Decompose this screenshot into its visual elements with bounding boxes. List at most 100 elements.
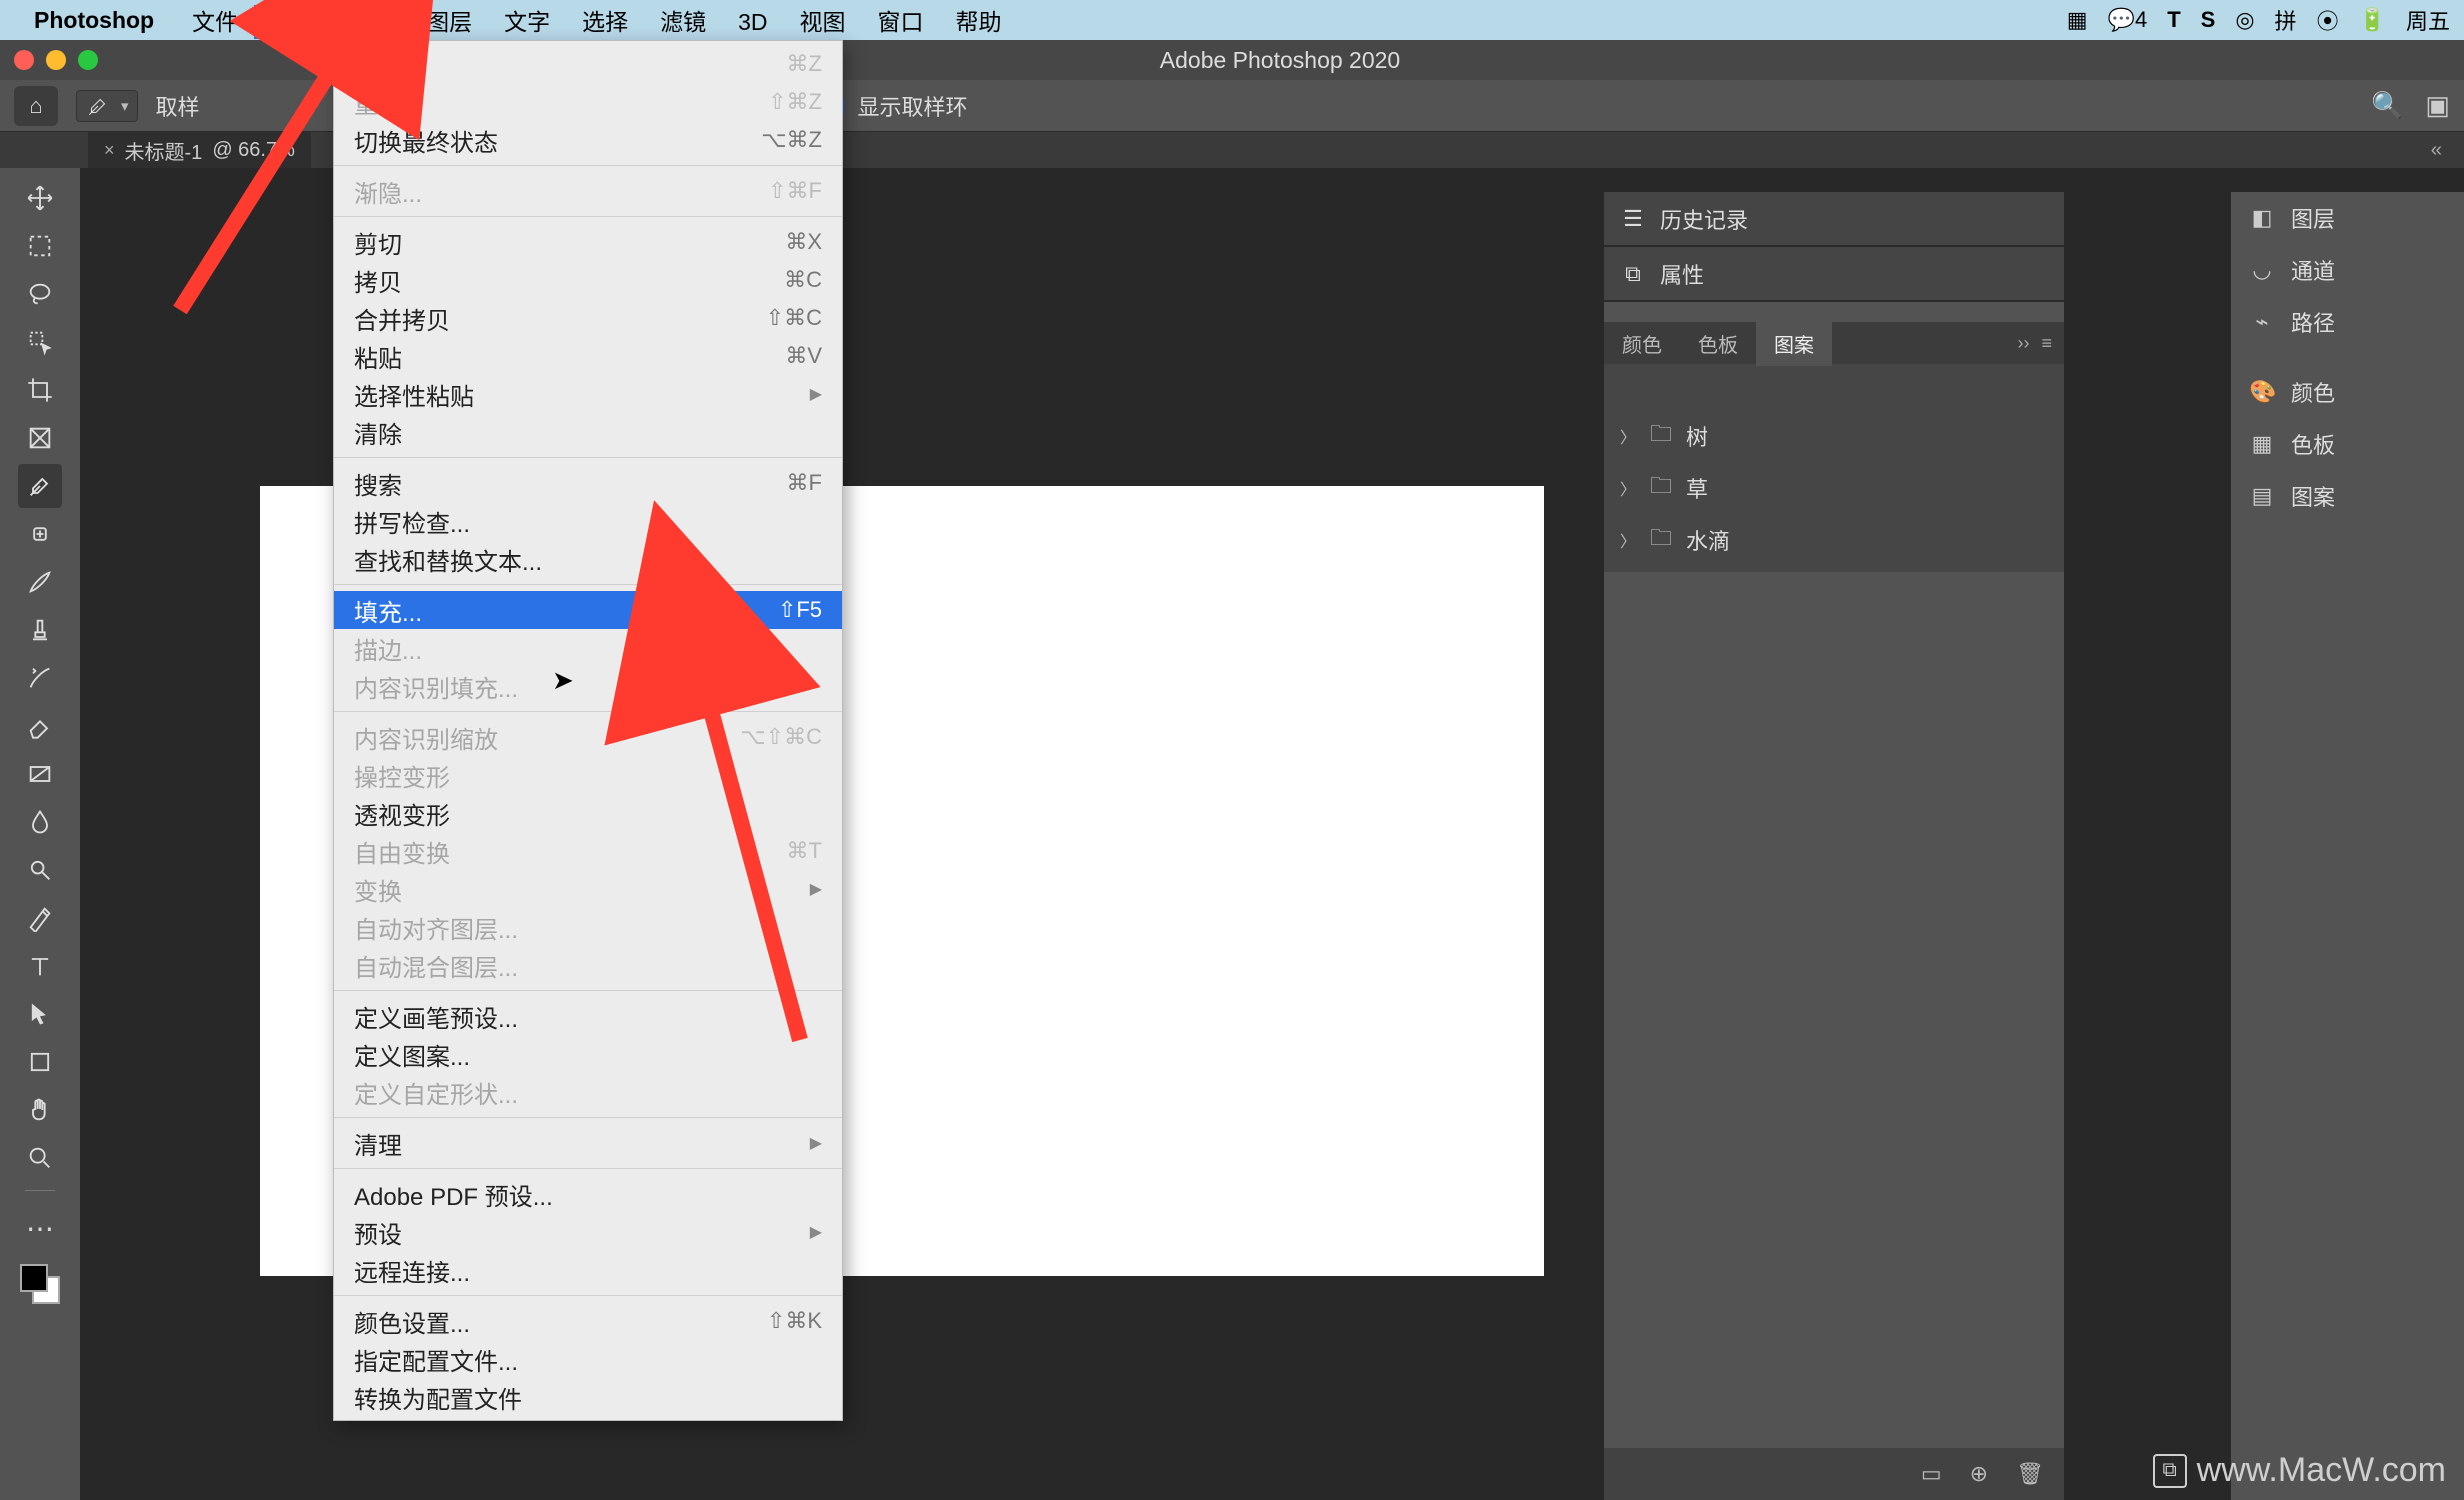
panel-shortcut-颜色[interactable]: 🎨颜色 (2231, 366, 2464, 418)
marquee-tool[interactable] (18, 224, 62, 268)
menu-item-帮助[interactable]: 帮助 (940, 5, 1018, 39)
history-brush-tool[interactable] (18, 656, 62, 700)
search-icon[interactable]: 🔍 (2371, 90, 2403, 121)
document-tab[interactable]: × 未标题-1 @ 66.7% (88, 132, 311, 169)
minimize-window-button[interactable] (46, 50, 66, 70)
expand-icon[interactable]: ›› (2017, 333, 2029, 354)
menu-item-定义图案[interactable]: 定义图案... (334, 1035, 842, 1073)
foreground-swatch[interactable] (20, 1264, 48, 1292)
path-select-tool[interactable] (18, 992, 62, 1036)
menu-item-指定配置文件[interactable]: 指定配置文件... (334, 1340, 842, 1378)
eyedropper-tool[interactable] (18, 464, 62, 508)
home-button[interactable]: ⌂ (14, 86, 58, 126)
menu-item-图像[interactable]: 图像 (332, 5, 410, 39)
pattern-search-row[interactable] (1604, 364, 2064, 404)
collapse-panels-icon[interactable]: ‹‹ (2431, 139, 2440, 162)
new-icon[interactable]: ⊕ (1970, 1461, 1988, 1487)
menu-item-Adobe PDF 预设[interactable]: Adobe PDF 预设... (334, 1175, 842, 1213)
menu-item-粘贴[interactable]: 粘贴⌘V (334, 337, 842, 375)
pen-tool[interactable] (18, 896, 62, 940)
move-tool[interactable] (18, 176, 62, 220)
hand-tool[interactable] (18, 1088, 62, 1132)
folder-icon: 🗀 (1650, 521, 1672, 559)
shape-tool[interactable] (18, 1040, 62, 1084)
workspace-icon[interactable]: ▣ (2425, 90, 2450, 121)
app-name[interactable]: Photoshop (34, 7, 154, 34)
panel-shortcut-路径[interactable]: ⌁路径 (2231, 296, 2464, 348)
menu-item-视图[interactable]: 视图 (784, 5, 862, 39)
menu-item-3D[interactable]: 3D (722, 5, 783, 39)
edit-toolbar-button[interactable]: ⋯ (18, 1206, 62, 1250)
menu-item-预设[interactable]: 预设▶ (334, 1213, 842, 1251)
panel-shortcut-通道[interactable]: ◡通道 (2231, 244, 2464, 296)
panel-shortcut-图案[interactable]: ▤图案 (2231, 470, 2464, 522)
properties-panel-header[interactable]: ⧉ 属性 (1604, 247, 2064, 301)
watermark-icon: ⧉ (2153, 1454, 2187, 1488)
menu-item-转换为配置文件[interactable]: 转换为配置文件 (334, 1378, 842, 1416)
menu-item-切换最终状态[interactable]: 切换最终状态⌥⌘Z (334, 121, 842, 159)
wifi-icon[interactable]: ⦿ (2317, 4, 2339, 36)
menu-item-搜索[interactable]: 搜索⌘F (334, 464, 842, 502)
s-icon[interactable]: S (2201, 7, 2216, 33)
menu-item-label: 变换 (354, 872, 810, 907)
text-icon[interactable]: T (2167, 7, 2180, 33)
type-tool[interactable] (18, 944, 62, 988)
grid-icon[interactable]: ▦ (2067, 7, 2088, 33)
panel-shortcut-图层[interactable]: ◧图层 (2231, 192, 2464, 244)
pattern-folder-树[interactable]: 〉🗀树 (1604, 410, 2064, 462)
comment-icon[interactable]: 💬4 (2108, 7, 2148, 33)
battery-icon[interactable]: 🔋 (2359, 7, 2386, 33)
menu-item-拷贝[interactable]: 拷贝⌘C (334, 261, 842, 299)
menu-item-查找和替换文本[interactable]: 查找和替换文本... (334, 540, 842, 578)
close-window-button[interactable] (14, 50, 34, 70)
menu-item-透视变形[interactable]: 透视变形 (334, 794, 842, 832)
ime-icon[interactable]: 拼 (2275, 4, 2297, 36)
menu-item-文字[interactable]: 文字 (488, 5, 566, 39)
pattern-folder-水滴[interactable]: 〉🗀水滴 (1604, 514, 2064, 566)
gradient-tool[interactable] (18, 752, 62, 796)
cc-icon[interactable]: ◎ (2235, 7, 2254, 33)
lasso-tool[interactable] (18, 272, 62, 316)
menu-item-文件[interactable]: 文件 (176, 5, 254, 39)
stamp-tool[interactable] (18, 608, 62, 652)
menu-item-编辑[interactable]: 编辑 (254, 5, 332, 39)
panel-tab-颜色[interactable]: 颜色 (1604, 321, 1680, 366)
menu-item-颜色设置[interactable]: 颜色设置...⇧⌘K (334, 1302, 842, 1340)
pattern-folder-草[interactable]: 〉🗀草 (1604, 462, 2064, 514)
menu-item-选择性粘贴[interactable]: 选择性粘贴▶ (334, 375, 842, 413)
menu-item-清理[interactable]: 清理▶ (334, 1124, 842, 1162)
menu-item-清除[interactable]: 清除 (334, 413, 842, 451)
quick-select-tool[interactable] (18, 320, 62, 364)
panel-tab-色板[interactable]: 色板 (1680, 321, 1756, 366)
menu-item-填充[interactable]: 填充...⇧F5 (334, 591, 842, 629)
frame-tool[interactable] (18, 416, 62, 460)
zoom-window-button[interactable] (78, 50, 98, 70)
menu-shortcut: ⇧⌘C (766, 305, 822, 331)
menu-item-定义画笔预设[interactable]: 定义画笔预设... (334, 997, 842, 1035)
eraser-tool[interactable] (18, 704, 62, 748)
panel-tab-图案[interactable]: 图案 (1756, 321, 1832, 366)
delete-icon[interactable]: 🗑 (2016, 1461, 2044, 1487)
menu-item-选择[interactable]: 选择 (566, 5, 644, 39)
trash-icon-small[interactable]: ▭ (1921, 1461, 1942, 1487)
menu-item-窗口[interactable]: 窗口 (862, 5, 940, 39)
close-tab-icon[interactable]: × (104, 140, 115, 161)
menu-item-剪切[interactable]: 剪切⌘X (334, 223, 842, 261)
blur-tool[interactable] (18, 800, 62, 844)
dodge-tool[interactable] (18, 848, 62, 892)
history-panel-header[interactable]: ☰ 历史记录 (1604, 192, 2064, 246)
menu-item-远程连接[interactable]: 远程连接... (334, 1251, 842, 1289)
menu-item-图层[interactable]: 图层 (410, 5, 488, 39)
panel-shortcut-色板[interactable]: ▦色板 (2231, 418, 2464, 470)
color-swatches[interactable] (20, 1264, 60, 1304)
zoom-tool[interactable] (18, 1136, 62, 1180)
brush-tool[interactable] (18, 560, 62, 604)
menu-item-滤镜[interactable]: 滤镜 (644, 5, 722, 39)
show-sample-ring-checkbox[interactable]: ✓ 显示取样环 (824, 90, 968, 122)
tool-preset-dropdown[interactable]: ▾ (76, 90, 138, 122)
crop-tool[interactable] (18, 368, 62, 412)
menu-item-合并拷贝[interactable]: 合并拷贝⇧⌘C (334, 299, 842, 337)
healing-tool[interactable] (18, 512, 62, 556)
menu-item-拼写检查[interactable]: 拼写检查... (334, 502, 842, 540)
panel-menu-icon[interactable]: ≡ (2041, 333, 2052, 354)
